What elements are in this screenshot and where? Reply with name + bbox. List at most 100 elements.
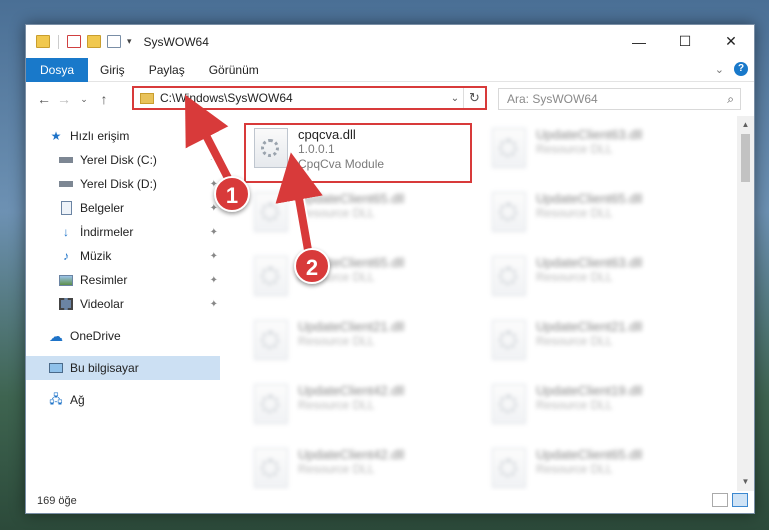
refresh-icon[interactable]: ↻: [463, 88, 485, 108]
sidebar-item-label: Resimler: [80, 273, 128, 287]
search-input[interactable]: Ara: SysWOW64 ⌕: [498, 88, 741, 110]
sidebar-item-network[interactable]: 🖧 Ağ: [26, 388, 220, 412]
music-icon: ♪: [63, 249, 69, 263]
sidebar-item-label: Bu bilgisayar: [70, 361, 139, 375]
scroll-up-icon[interactable]: ▲: [737, 118, 754, 132]
scroll-down-icon[interactable]: ▼: [737, 475, 754, 489]
file-description: Resource DLL: [536, 206, 613, 220]
navigation-bar: ← → ⌄ ↑ C:\Windows\SysWOW64 ⌄ ↻ Ara: Sys…: [26, 82, 754, 116]
tab-paylas[interactable]: Paylaş: [137, 58, 197, 82]
properties-icon[interactable]: [67, 35, 81, 48]
file-item[interactable]: UpdateClient42.dll Resource DLL: [246, 440, 476, 491]
file-description: Resource DLL: [536, 270, 613, 284]
file-name: UpdateClient21.dll: [536, 319, 643, 334]
pin-icon[interactable]: ✦: [210, 251, 218, 262]
sidebar-item-label: Hızlı erişim: [70, 129, 130, 143]
dll-file-icon: [492, 320, 526, 360]
back-arrow-icon[interactable]: ←: [34, 91, 54, 107]
chevron-down-icon[interactable]: ▾: [127, 36, 132, 47]
file-item[interactable]: UpdateClient63.dll Resource DLL: [484, 248, 714, 308]
sidebar-item-documents[interactable]: Belgeler ✦: [26, 196, 220, 220]
search-icon[interactable]: ⌕: [727, 92, 734, 107]
file-description: Resource DLL: [536, 142, 613, 156]
file-item[interactable]: UpdateClient65.dll Resource DLL: [484, 184, 714, 244]
minimize-button[interactable]: —: [616, 25, 662, 58]
sidebar-item-onedrive[interactable]: ☁ OneDrive: [26, 324, 220, 348]
file-description: Resource DLL: [298, 206, 375, 220]
sidebar-item-label: Ağ: [70, 393, 85, 407]
file-item[interactable]: UpdateClient21.dll Resource DLL: [246, 312, 476, 372]
customize-toolbar-icon[interactable]: [107, 35, 121, 48]
gear-icon: [499, 267, 517, 285]
file-item[interactable]: UpdateClient65.dll Resource DLL: [246, 184, 476, 244]
details-view-icon[interactable]: [712, 493, 728, 507]
pin-icon[interactable]: ✦: [210, 227, 218, 238]
ribbon-right-controls: ⌄ ?: [715, 62, 748, 76]
dll-file-icon: [254, 320, 288, 360]
star-icon: ★: [50, 129, 62, 143]
sidebar-item-label: Müzik: [80, 249, 112, 263]
new-folder-icon[interactable]: [87, 35, 101, 48]
close-button[interactable]: ✕: [708, 25, 754, 58]
maximize-button[interactable]: ☐: [662, 25, 708, 58]
tiles-view-icon[interactable]: [732, 493, 748, 507]
step-marker-2: 2: [294, 248, 330, 284]
folder-icon: [140, 92, 154, 104]
file-description: Resource DLL: [536, 334, 613, 348]
up-arrow-icon[interactable]: ↑: [94, 91, 114, 107]
pin-icon[interactable]: ✦: [210, 275, 218, 286]
address-bar[interactable]: C:\Windows\SysWOW64 ⌄ ↻: [132, 86, 487, 110]
item-count: 169 öğe: [37, 495, 77, 507]
gear-icon: [499, 395, 517, 413]
folder-icon: [36, 35, 50, 48]
help-icon[interactable]: ?: [734, 62, 748, 76]
drive-icon: [58, 177, 74, 191]
pin-icon[interactable]: ✦: [210, 299, 218, 310]
expand-ribbon-icon[interactable]: ⌄: [715, 63, 724, 76]
file-item[interactable]: UpdateClient65.dll Resource DLL: [246, 248, 476, 308]
dll-file-icon: [492, 256, 526, 296]
vertical-scrollbar[interactable]: ▲ ▼: [737, 116, 754, 491]
file-item[interactable]: UpdateClient65.dll Resource DLL: [484, 440, 714, 491]
gear-icon: [499, 331, 517, 349]
pictures-icon: [58, 273, 74, 287]
address-path[interactable]: C:\Windows\SysWOW64: [160, 91, 447, 105]
file-name: UpdateClient42.dll: [298, 383, 405, 398]
drive-icon: [58, 153, 74, 167]
tab-gorunum[interactable]: Görünüm: [197, 58, 271, 82]
file-highlight-box: [244, 123, 472, 183]
sidebar-item-disk-c[interactable]: Yerel Disk (C:) ✦: [26, 148, 220, 172]
sidebar-item-disk-d[interactable]: Yerel Disk (D:) ✦: [26, 172, 220, 196]
tab-dosya[interactable]: Dosya: [26, 57, 89, 82]
tab-giris[interactable]: Giriş: [88, 58, 137, 82]
sidebar-item-quick-access[interactable]: ★ Hızlı erişim: [26, 124, 220, 148]
dll-file-icon: [492, 128, 526, 168]
scroll-thumb[interactable]: [741, 134, 750, 182]
file-item[interactable]: UpdateClient19.dll Resource DLL: [484, 376, 714, 436]
gear-icon: [261, 203, 279, 221]
sidebar-item-videos[interactable]: Videolar ✦: [26, 292, 220, 316]
file-item[interactable]: UpdateClient63.dll Resource DLL: [484, 120, 714, 180]
sidebar-item-music[interactable]: ♪ Müzik ✦: [26, 244, 220, 268]
ribbon-tabs: Dosya Giriş Paylaş Görünüm ⌄ ?: [26, 57, 754, 82]
sidebar-item-downloads[interactable]: ↓ İndirmeler ✦: [26, 220, 220, 244]
file-name: UpdateClient21.dll: [298, 319, 405, 334]
sidebar-item-this-pc[interactable]: Bu bilgisayar: [26, 356, 220, 380]
gear-icon: [499, 459, 517, 477]
file-item[interactable]: UpdateClient21.dll Resource DLL: [484, 312, 714, 372]
file-name: UpdateClient65.dll: [536, 447, 643, 462]
pin-icon[interactable]: ✦: [210, 155, 218, 166]
chevron-down-icon[interactable]: ⌄: [447, 93, 463, 104]
file-description: Resource DLL: [536, 462, 613, 476]
sidebar-item-label: Yerel Disk (C:): [80, 153, 157, 167]
file-name: UpdateClient42.dll: [298, 447, 405, 462]
sidebar-item-pictures[interactable]: Resimler ✦: [26, 268, 220, 292]
file-name: UpdateClient63.dll: [536, 255, 643, 270]
videos-icon: [58, 297, 74, 311]
forward-arrow-icon[interactable]: →: [54, 91, 74, 107]
file-item[interactable]: UpdateClient42.dll Resource DLL: [246, 376, 476, 436]
window-title: SysWOW64: [143, 34, 209, 49]
navigation-pane: ★ Hızlı erişim Yerel Disk (C:) ✦ Yerel D…: [26, 116, 220, 491]
recent-locations-icon[interactable]: ⌄: [74, 94, 94, 105]
window-controls: — ☐ ✕: [616, 25, 754, 58]
